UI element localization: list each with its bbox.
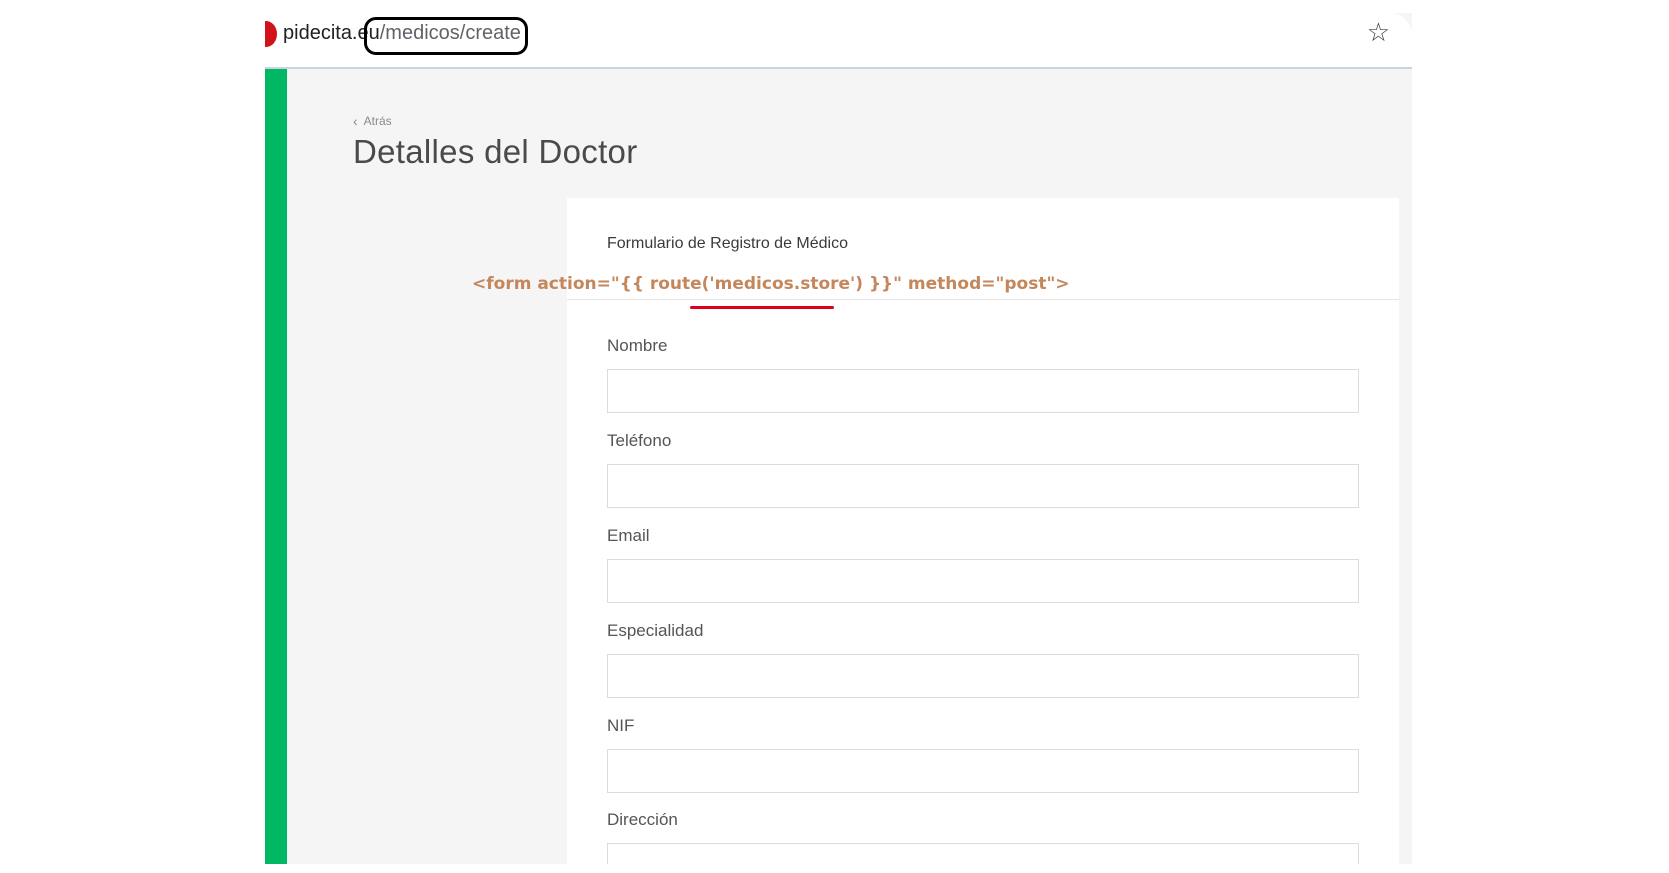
browser-window: pidecita.eu/medicos/create ☆ ‹ Atrás Det… — [265, 13, 1412, 864]
chevron-left-icon: ‹ — [353, 113, 358, 129]
form-card: Formulario de Registro de Médico Nombre … — [567, 198, 1399, 864]
field-especialidad: Especialidad — [607, 621, 1359, 698]
direccion-input[interactable] — [607, 843, 1359, 864]
field-label-nombre: Nombre — [607, 336, 668, 355]
field-nif: NIF — [607, 716, 1359, 793]
sidebar — [265, 69, 287, 864]
field-telefono: Teléfono — [607, 431, 1359, 508]
back-link-label: Atrás — [363, 114, 392, 128]
site-favicon-icon — [265, 21, 277, 47]
field-nombre: Nombre — [607, 336, 1359, 413]
especialidad-input[interactable] — [607, 654, 1359, 698]
field-label-telefono: Teléfono — [607, 431, 672, 450]
url-path-highlight-outline — [364, 17, 528, 55]
field-label-direccion: Dirección — [607, 810, 678, 829]
page-title: Detalles del Doctor — [353, 133, 638, 170]
address-bar[interactable]: pidecita.eu/medicos/create ☆ — [265, 13, 1412, 69]
annotation-underline — [690, 306, 834, 309]
telefono-input[interactable] — [607, 464, 1359, 508]
field-email: Email — [607, 526, 1359, 603]
code-annotation: <form action="{{ route('medicos.store') … — [472, 274, 1070, 294]
nombre-input[interactable] — [607, 369, 1359, 413]
back-link[interactable]: ‹ Atrás — [353, 113, 392, 129]
field-label-especialidad: Especialidad — [607, 621, 704, 640]
field-label-nif: NIF — [607, 716, 635, 735]
star-icon[interactable]: ☆ — [1367, 19, 1390, 45]
nif-input[interactable] — [607, 749, 1359, 793]
card-title: Formulario de Registro de Médico — [607, 235, 848, 252]
field-direccion: Dirección — [607, 810, 1359, 864]
email-input[interactable] — [607, 559, 1359, 603]
field-label-email: Email — [607, 526, 650, 545]
